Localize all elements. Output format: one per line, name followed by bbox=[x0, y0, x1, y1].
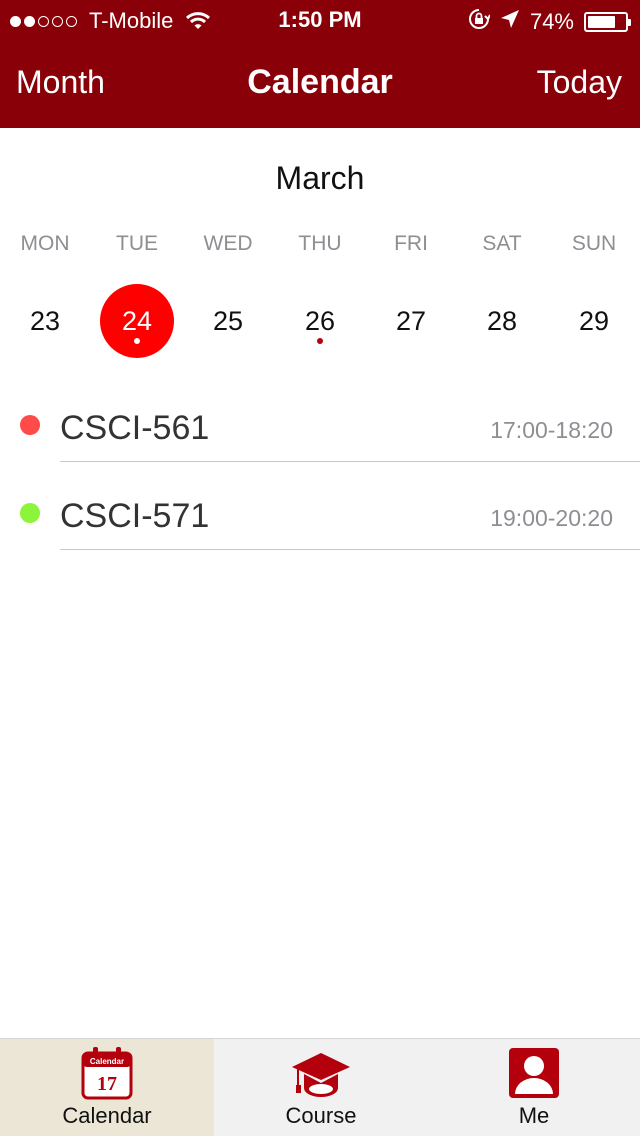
tab-label: Course bbox=[285, 1103, 357, 1128]
svg-text:17: 17 bbox=[97, 1073, 117, 1095]
tab-me[interactable]: Me bbox=[428, 1039, 640, 1136]
weekday-label: MON bbox=[20, 232, 70, 255]
status-bar: T-Mobile 1:50 PM 74% bbox=[0, 0, 640, 40]
weekday-label: SAT bbox=[482, 232, 522, 255]
day-cell[interactable]: 23 bbox=[8, 284, 82, 358]
battery-percent: 74% bbox=[529, 9, 574, 34]
day-cell[interactable]: 24 bbox=[100, 284, 174, 358]
day-number: 26 bbox=[304, 305, 336, 336]
event-row[interactable]: CSCI-571 19:00-20:20 bbox=[0, 462, 640, 550]
weekday-label: THU bbox=[298, 232, 342, 255]
graduation-cap-icon bbox=[290, 1045, 352, 1101]
weekday-label: WED bbox=[203, 232, 253, 255]
event-row[interactable]: CSCI-561 17:00-18:20 bbox=[0, 374, 640, 462]
weekday-label: TUE bbox=[116, 232, 158, 255]
event-time: 19:00-20:20 bbox=[490, 505, 613, 531]
day-cell[interactable]: 25 bbox=[191, 284, 265, 358]
tab-bar: Calendar 17 Calendar Course Me bbox=[0, 1038, 640, 1136]
weekday-label: FRI bbox=[394, 232, 428, 255]
week-days-row: 23 24 25 26 27 28 29 bbox=[0, 284, 640, 358]
weekday-label: SUN bbox=[571, 232, 617, 255]
calendar-screen: T-Mobile 1:50 PM 74% Month Calendar Toda… bbox=[0, 0, 640, 1136]
day-number: 23 bbox=[29, 305, 61, 336]
tab-calendar[interactable]: Calendar 17 Calendar bbox=[0, 1039, 214, 1136]
tab-course[interactable]: Course bbox=[214, 1039, 428, 1136]
event-indicator-dot bbox=[317, 338, 323, 344]
month-label: March bbox=[275, 160, 365, 196]
day-cell[interactable]: 29 bbox=[557, 284, 631, 358]
navigation-bar: Month Calendar Today bbox=[0, 40, 640, 128]
day-number: 25 bbox=[212, 305, 244, 336]
day-cell[interactable]: 27 bbox=[374, 284, 448, 358]
orientation-lock-icon bbox=[468, 8, 491, 36]
today-button[interactable]: Today bbox=[537, 64, 622, 101]
row-divider bbox=[60, 549, 640, 550]
event-color-dot bbox=[20, 503, 40, 523]
event-name: CSCI-571 bbox=[60, 497, 210, 535]
status-right: 74% bbox=[468, 8, 631, 36]
battery-fill bbox=[588, 16, 615, 28]
day-number: 29 bbox=[578, 305, 610, 336]
tab-label: Me bbox=[518, 1103, 550, 1128]
battery-icon bbox=[584, 12, 631, 32]
tab-label: Calendar bbox=[62, 1103, 152, 1128]
event-indicator-dot bbox=[134, 338, 140, 344]
day-cell[interactable]: 28 bbox=[465, 284, 539, 358]
top-bar: T-Mobile 1:50 PM 74% Month Calendar Toda… bbox=[0, 0, 640, 128]
day-number: 28 bbox=[486, 305, 518, 336]
day-number: 27 bbox=[395, 305, 427, 336]
event-name: CSCI-561 bbox=[60, 409, 210, 447]
day-cell[interactable]: 26 bbox=[283, 284, 357, 358]
location-arrow-icon bbox=[500, 9, 520, 35]
user-icon bbox=[507, 1045, 561, 1101]
calendar-icon: Calendar 17 bbox=[80, 1045, 134, 1101]
event-time: 17:00-18:20 bbox=[490, 417, 613, 443]
event-color-dot bbox=[20, 415, 40, 435]
svg-text:Calendar: Calendar bbox=[90, 1057, 124, 1066]
event-list: CSCI-561 17:00-18:20 CSCI-571 19:00-20:20 bbox=[0, 374, 640, 550]
day-number: 24 bbox=[121, 305, 153, 336]
